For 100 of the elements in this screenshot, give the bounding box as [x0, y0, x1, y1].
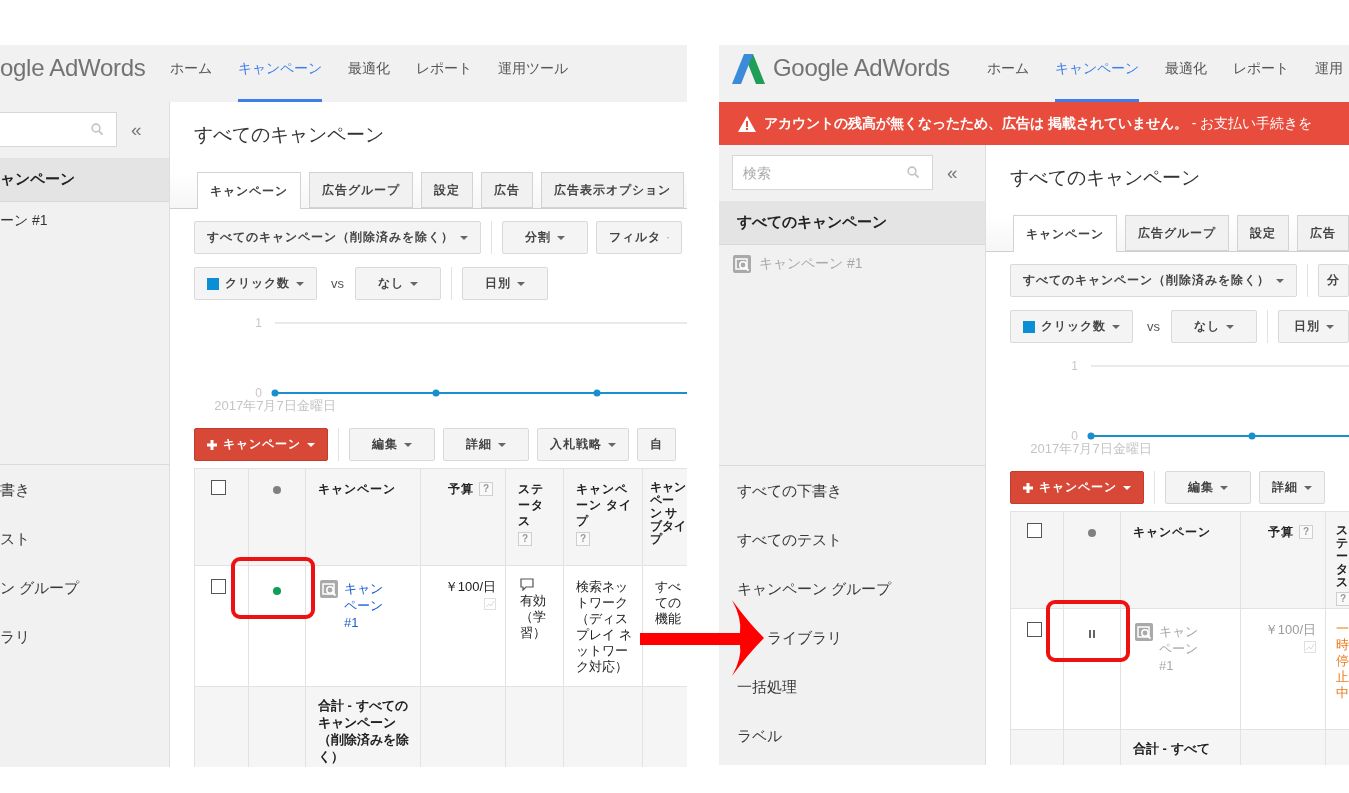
total-label: 合計 - すべて: [1133, 740, 1211, 757]
tab[interactable]: 広告グループ: [1125, 215, 1229, 251]
tab[interactable]: 設定: [421, 172, 473, 208]
sidebar-link[interactable]: スト: [0, 529, 30, 548]
column-header[interactable]: ステータス: [1336, 524, 1349, 589]
dropdown-button[interactable]: 自: [637, 428, 676, 461]
tab[interactable]: 広告: [481, 172, 533, 208]
checkbox[interactable]: [1027, 622, 1042, 637]
tab[interactable]: キャンペーン: [197, 172, 301, 209]
column-header[interactable]: 予算: [1268, 524, 1294, 540]
metric-dropdown[interactable]: クリック数: [194, 267, 317, 300]
table-cell-text: すべての機能: [655, 579, 682, 627]
warning-icon: [738, 115, 756, 132]
speech-bubble-icon: [520, 578, 534, 591]
chart-icon: [1304, 641, 1316, 653]
page-title: すべてのキャンペーン: [1010, 166, 1200, 190]
data-point: [432, 389, 440, 397]
search-campaign-icon: [320, 580, 338, 598]
column-header[interactable]: ステータス: [518, 481, 555, 529]
budget-text: ￥100/日: [1264, 622, 1316, 638]
search-field[interactable]: 検索: [732, 155, 933, 190]
tab[interactable]: 広告: [1297, 215, 1349, 251]
data-point: [271, 389, 279, 397]
dropdown-button[interactable]: すべてのキャンペーン（削除済みを除く）: [1010, 264, 1297, 297]
vs-label: vs: [331, 276, 344, 291]
status-dot-icon: [273, 486, 281, 494]
status-text: 有効（学習）: [520, 593, 547, 641]
nav-tab[interactable]: 運用ツール: [498, 45, 568, 102]
logo-text: Google AdWords: [773, 54, 950, 82]
nav-tab[interactable]: レポート: [1233, 45, 1289, 102]
compare-dropdown[interactable]: なし: [355, 267, 441, 300]
sidebar-link[interactable]: ライブラリ: [767, 628, 842, 647]
checkbox[interactable]: [211, 480, 226, 495]
dropdown-button[interactable]: 詳細: [443, 428, 529, 461]
data-point: [1248, 432, 1256, 440]
sidebar-link[interactable]: キャンペーン グループ: [737, 579, 892, 598]
vs-label: vs: [1147, 319, 1160, 334]
dropdown-button[interactable]: 編集: [349, 428, 435, 461]
column-header[interactable]: キャンペーン: [318, 481, 396, 497]
dropdown-button[interactable]: 分割: [502, 221, 588, 254]
sidebar-item[interactable]: ャンペーン: [0, 158, 169, 202]
dropdown-button[interactable]: 入札戦略: [537, 428, 629, 461]
data-point: [1087, 432, 1095, 440]
search-icon: [91, 123, 103, 135]
sidebar-link[interactable]: ラベル: [737, 726, 782, 745]
sidebar-link[interactable]: すべてのテスト: [737, 530, 842, 549]
status-dot-icon: [1088, 529, 1096, 537]
nav-tab[interactable]: ホーム: [987, 45, 1029, 102]
nav-tab[interactable]: 最適化: [348, 45, 390, 102]
tab[interactable]: 広告表示オプション: [541, 172, 684, 208]
alert-text: アカウントの残高が無くなったため、広告は 掲載されていません。 - お支払い手続きを: [764, 114, 1313, 133]
nav-tab[interactable]: 運用: [1315, 45, 1343, 102]
caret-icon: [1325, 324, 1334, 329]
dropdown-button[interactable]: 詳細: [1259, 471, 1325, 504]
sidebar-link[interactable]: 一括処理: [737, 677, 797, 696]
sidebar-campaign-link[interactable]: ーン #1: [0, 212, 48, 230]
budget-text: ￥100/日: [444, 579, 496, 595]
dropdown-button[interactable]: フィルタ: [596, 221, 682, 254]
dropdown-button[interactable]: すべてのキャンペーン（削除済みを除く）: [194, 221, 481, 254]
period-dropdown[interactable]: 日別: [1278, 310, 1349, 343]
search-campaign-icon: [733, 255, 751, 273]
status-text: 一時停止中: [1336, 621, 1349, 701]
column-header[interactable]: 予算: [448, 481, 474, 497]
column-header[interactable]: キャンペーン: [1133, 524, 1211, 540]
collapse-button[interactable]: «: [947, 162, 958, 183]
search-campaign-icon: [1135, 623, 1153, 641]
dropdown-button[interactable]: 分: [1318, 264, 1349, 297]
dropdown-button[interactable]: 編集: [1165, 471, 1251, 504]
metric-dropdown[interactable]: クリック数: [1010, 310, 1133, 343]
logo-text: ogle AdWords: [0, 54, 146, 82]
table-cell-text: 検索ネットワーク（ディスプレイ ネットワーク対応）: [576, 579, 633, 675]
sidebar-link[interactable]: すべての下書き: [737, 481, 842, 500]
add-campaign-button[interactable]: キャンペーン: [194, 428, 328, 461]
checkbox[interactable]: [1027, 523, 1042, 538]
tab[interactable]: 広告グループ: [309, 172, 413, 208]
nav-tab[interactable]: ホーム: [170, 45, 212, 102]
plus-icon: [207, 439, 217, 450]
collapse-button[interactable]: «: [131, 119, 142, 140]
caret-icon: [296, 281, 304, 286]
checkbox[interactable]: [211, 579, 226, 594]
search-icon: [907, 166, 919, 178]
compare-dropdown[interactable]: なし: [1171, 310, 1257, 343]
sidebar-link[interactable]: 書き: [0, 480, 30, 499]
tab[interactable]: キャンペーン: [1013, 215, 1117, 252]
nav-tab[interactable]: レポート: [416, 45, 472, 102]
search-field[interactable]: [0, 112, 117, 147]
column-header[interactable]: キャンペーン タイプ: [576, 481, 634, 529]
sidebar-link[interactable]: ン グループ: [0, 578, 80, 597]
nav-tab[interactable]: 最適化: [1165, 45, 1207, 102]
data-point: [593, 389, 601, 397]
caret-icon: [410, 281, 418, 286]
sidebar-item[interactable]: すべてのキャンペーン: [719, 201, 985, 245]
date-label: 2017年7月7日金曜日: [1030, 441, 1152, 456]
tab[interactable]: 設定: [1237, 215, 1289, 251]
total-label: 合計 - すべてのキャンペーン（削除済みを除く）: [318, 697, 410, 765]
campaign-link[interactable]: キャンペーン #1: [344, 580, 390, 631]
sidebar-link[interactable]: ラリ: [0, 627, 30, 646]
add-campaign-button[interactable]: キャンペーン: [1010, 471, 1144, 504]
page-title: すべてのキャンペーン: [194, 123, 384, 147]
period-dropdown[interactable]: 日別: [462, 267, 548, 300]
